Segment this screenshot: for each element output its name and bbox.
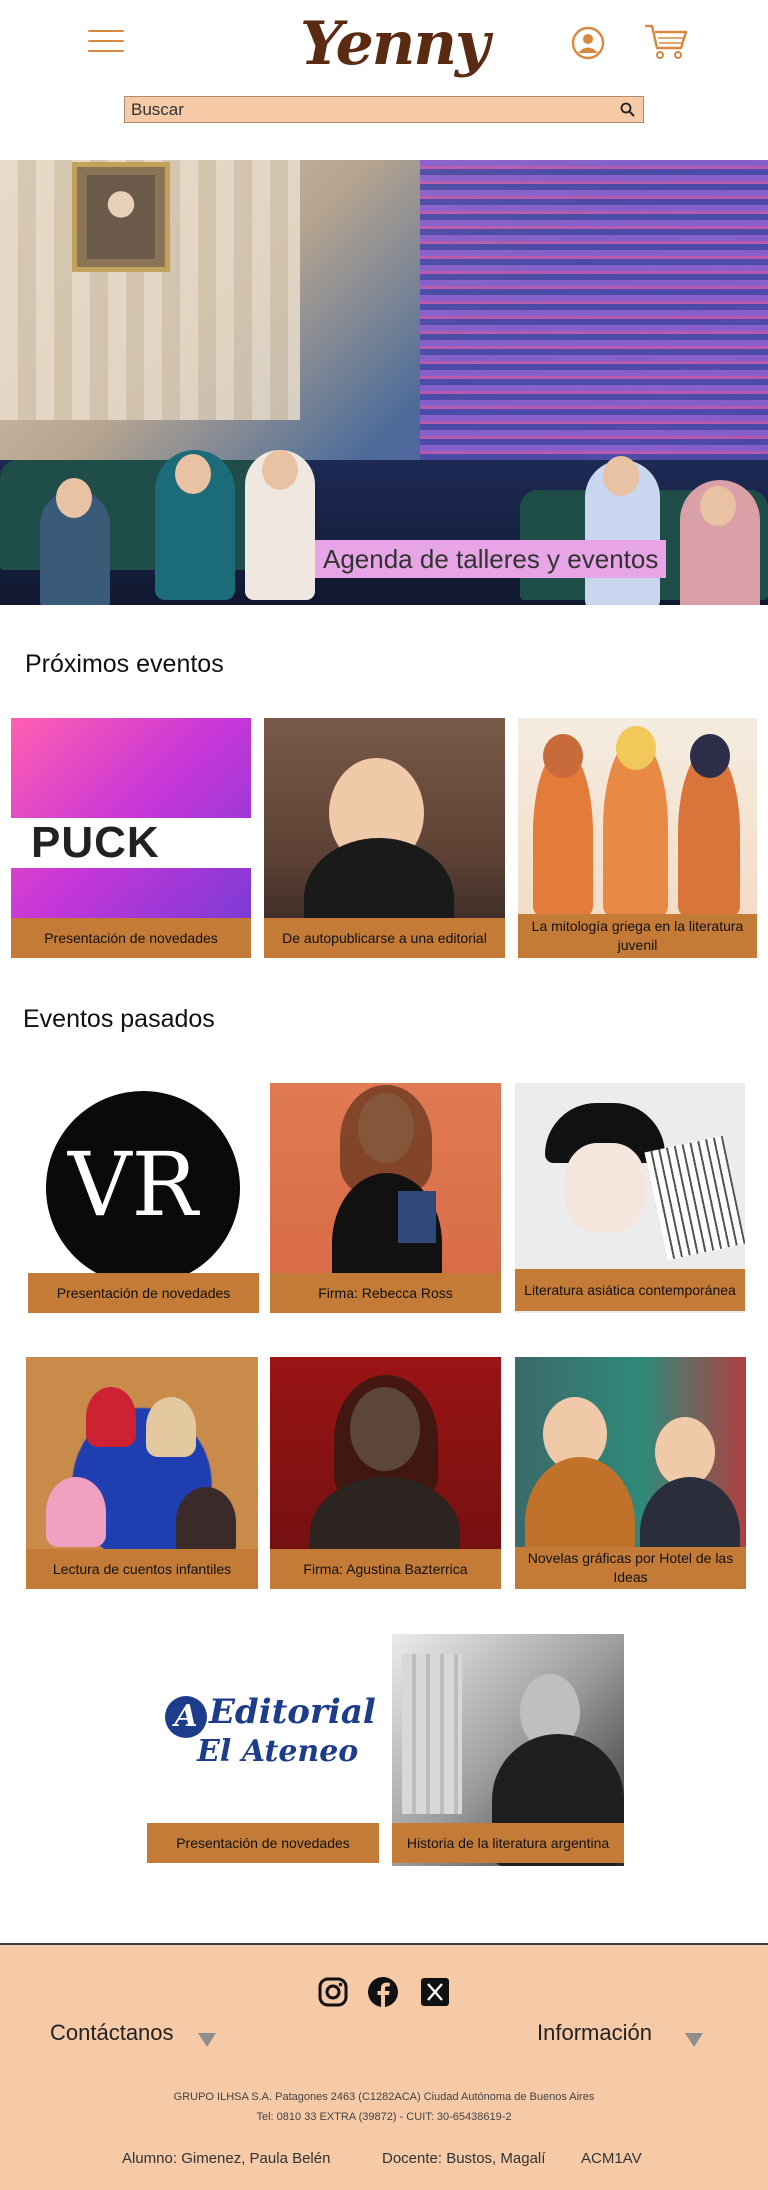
event-label: Historia de la literatura argentina — [392, 1823, 624, 1863]
event-card[interactable]: Novelas gráficas por Hotel de las Ideas — [515, 1357, 746, 1589]
hero-banner — [0, 160, 768, 605]
event-label: Presentación de novedades — [11, 918, 251, 958]
vr-logo: VR — [68, 1133, 198, 1236]
event-card[interactable]: PUCK Presentación de novedades — [11, 718, 251, 958]
event-card[interactable]: Firma: Rebecca Ross — [270, 1083, 501, 1313]
event-label: Presentación de novedades — [147, 1823, 379, 1863]
event-card[interactable]: VR Presentación de novedades — [28, 1083, 259, 1313]
past-events-heading: Eventos pasados — [23, 1005, 215, 1033]
event-label: De autopublicarse a una editorial — [264, 918, 505, 958]
puck-logo: PUCK — [31, 818, 160, 867]
event-card[interactable]: La mitología griega en la literatura juv… — [518, 718, 757, 958]
footer-address: GRUPO ILHSA S.A. Patagones 2463 (C1282AC… — [173, 2091, 595, 2103]
menu-icon[interactable] — [88, 30, 124, 56]
x-icon[interactable] — [419, 1976, 451, 2008]
student-credit: Alumno: Gimenez, Paula Belén — [122, 2150, 331, 2167]
event-card[interactable]: A Editorial El Ateneo Presentación de no… — [147, 1634, 379, 1866]
footer-phone: Tel: 0810 33 EXTRA (39872) - CUIT: 30-65… — [256, 2111, 512, 2123]
event-card[interactable]: De autopublicarse a una editorial — [264, 718, 505, 958]
event-card[interactable]: Firma: Agustina Bazterrica — [270, 1357, 501, 1589]
upcoming-events-heading: Próximos eventos — [25, 650, 224, 678]
event-card[interactable]: Lectura de cuentos infantiles — [26, 1357, 258, 1589]
event-label: Firma: Agustina Bazterrica — [270, 1549, 501, 1589]
event-label: Presentación de novedades — [28, 1273, 259, 1313]
course-code: ACM1AV — [581, 2150, 642, 2167]
ateneo-logo-line1: Editorial — [209, 1692, 376, 1732]
logo[interactable]: Yenny — [300, 2, 490, 86]
event-label: La mitología griega en la literatura juv… — [518, 914, 757, 958]
contact-dropdown-arrow[interactable] — [198, 2033, 216, 2047]
search-input[interactable] — [125, 97, 605, 122]
event-label: Literatura asiática contemporánea — [515, 1269, 745, 1311]
footer: Contáctanos Información GRUPO ILHSA S.A.… — [0, 1943, 768, 2190]
event-label: Firma: Rebecca Ross — [270, 1273, 501, 1313]
cart-icon[interactable] — [643, 22, 689, 60]
search-icon[interactable] — [619, 101, 637, 119]
ateneo-logo-line2: El Ateneo — [197, 1734, 359, 1769]
hero-title[interactable]: Agenda de talleres y eventos — [315, 540, 667, 578]
instagram-icon[interactable] — [317, 1976, 349, 2008]
teacher-credit: Docente: Bustos, Magalí — [382, 2150, 546, 2167]
ateneo-logo-mark: A — [165, 1696, 207, 1738]
event-card[interactable]: Historia de la literatura argentina — [392, 1634, 624, 1866]
event-label: Novelas gráficas por Hotel de las Ideas — [515, 1547, 746, 1589]
facebook-icon[interactable] — [367, 1976, 399, 2008]
search-bar — [124, 96, 644, 123]
info-dropdown-arrow[interactable] — [685, 2033, 703, 2047]
event-label: Lectura de cuentos infantiles — [26, 1549, 258, 1589]
info-link[interactable]: Información — [537, 2020, 652, 2046]
event-card[interactable]: Literatura asiática contemporánea — [515, 1083, 745, 1313]
user-icon[interactable] — [571, 26, 605, 60]
contact-link[interactable]: Contáctanos — [50, 2020, 174, 2046]
